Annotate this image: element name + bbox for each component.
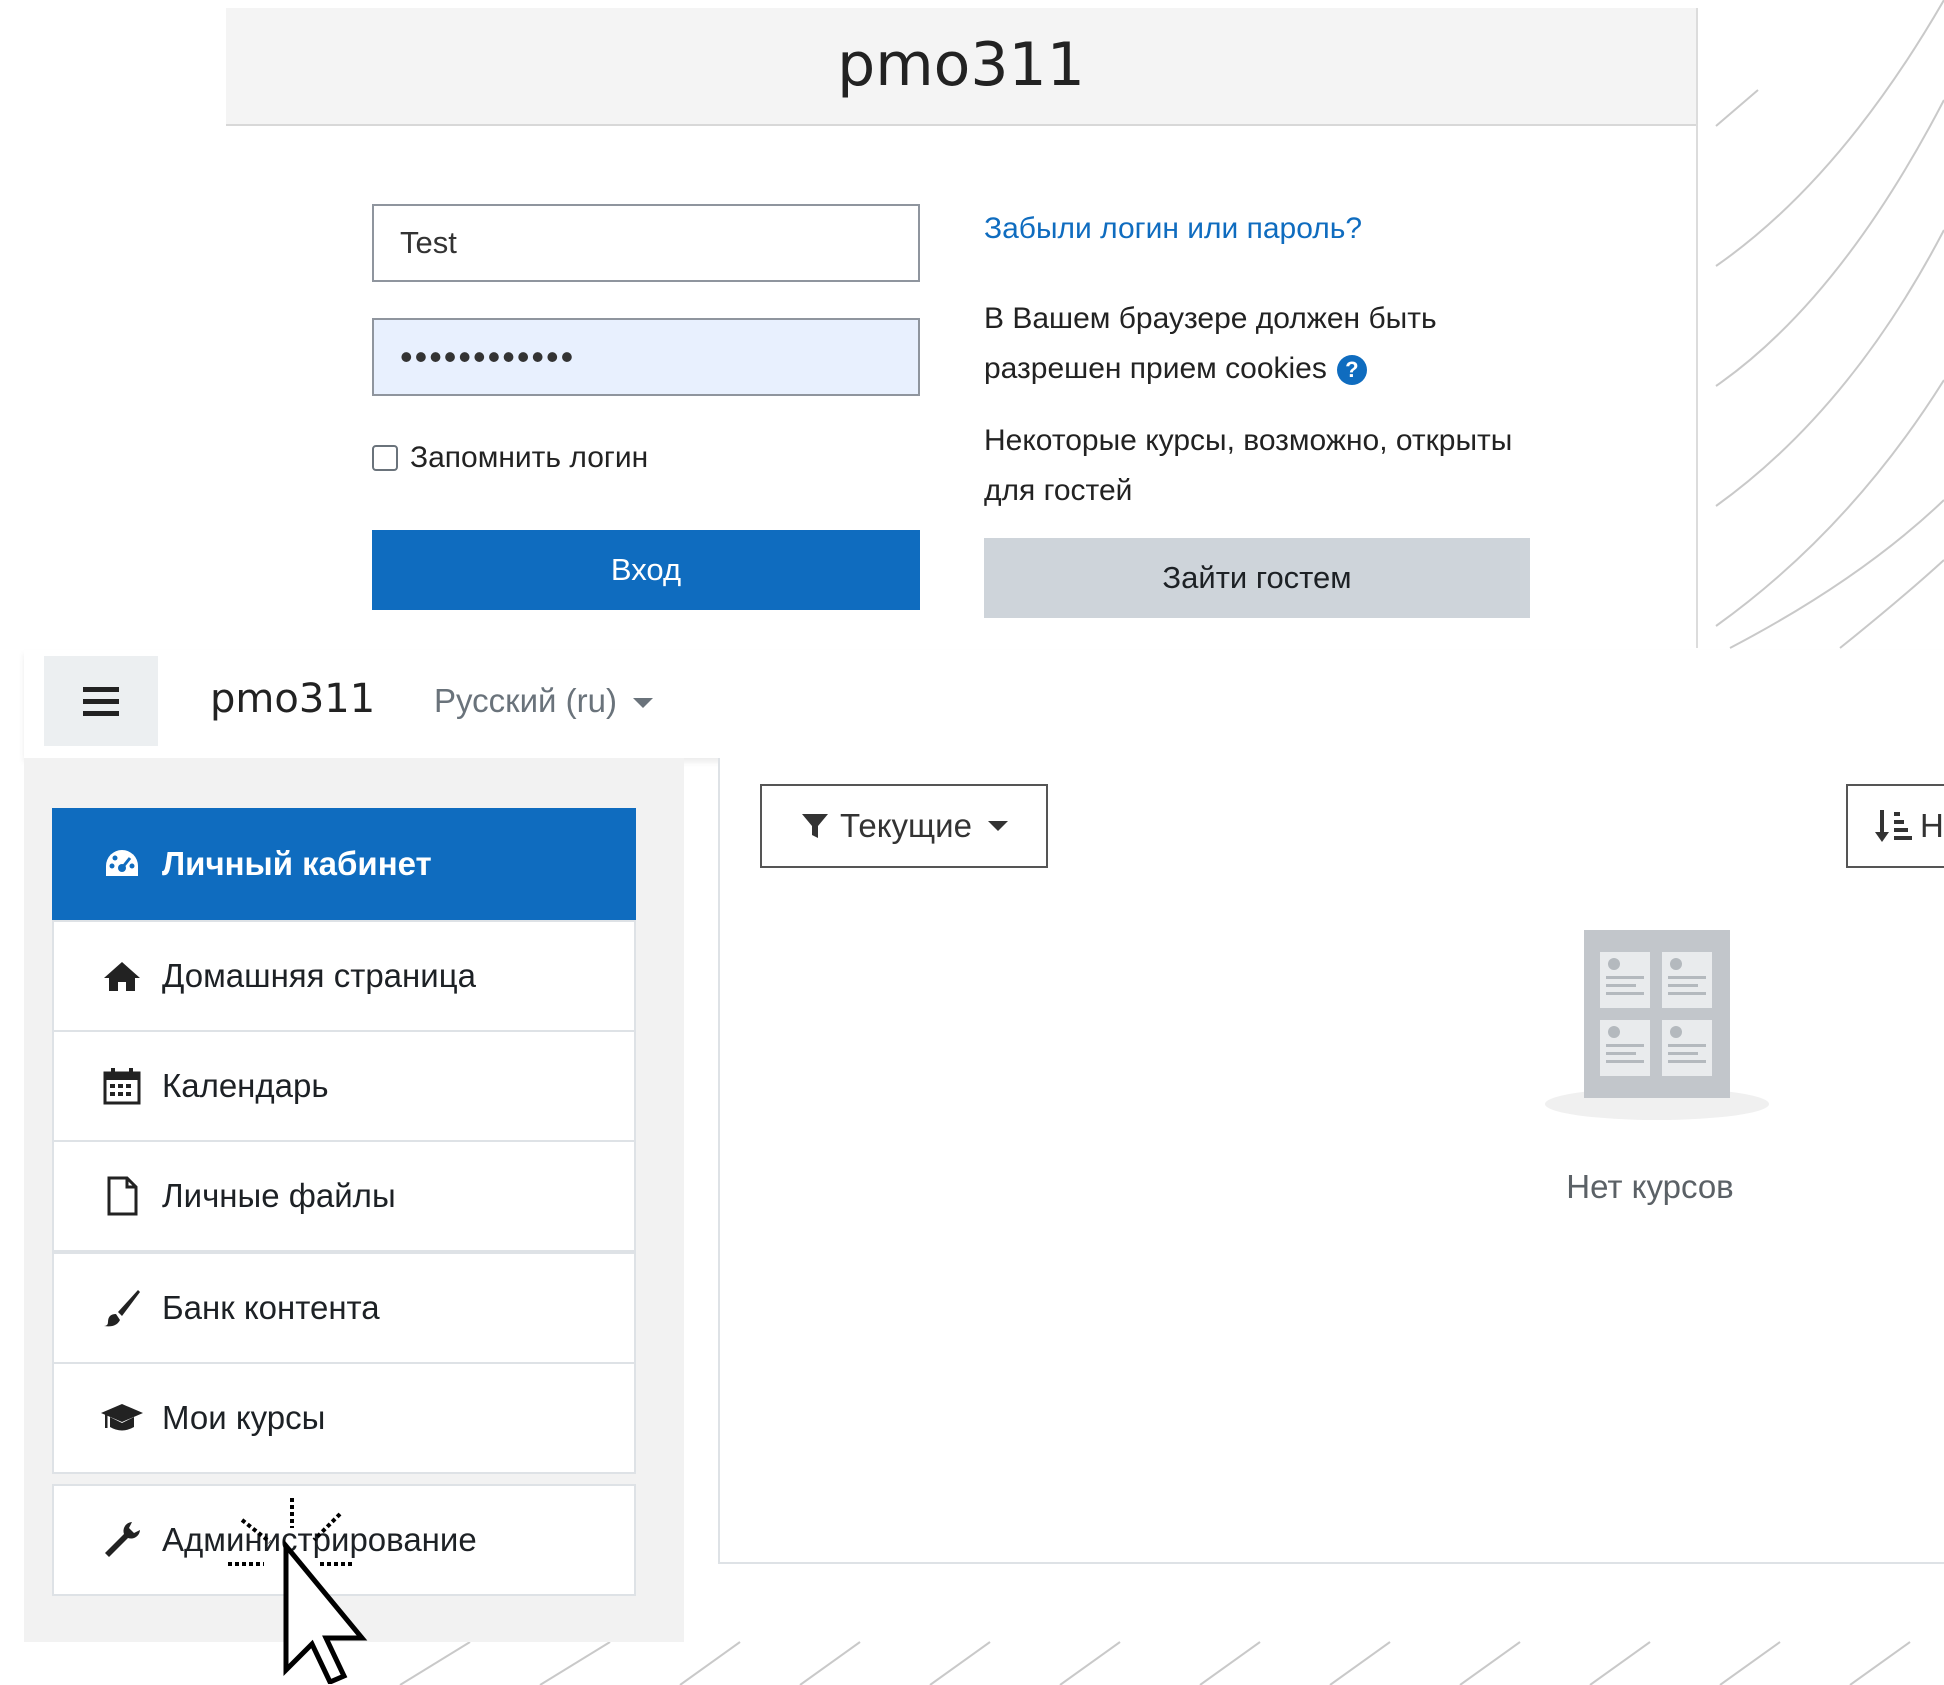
- nav-item-home[interactable]: Домашняя страница: [52, 920, 636, 1032]
- nav-item-label: Банк контента: [162, 1289, 380, 1326]
- menu-icon-line: [83, 698, 119, 704]
- nav-item-label: Мои курсы: [162, 1399, 326, 1436]
- nav-item-label: Календарь: [162, 1067, 329, 1104]
- caret-down-icon: [632, 698, 653, 709]
- forgot-password-link[interactable]: Забыли логин или пароль?: [984, 212, 1362, 246]
- username-input[interactable]: Test: [372, 204, 920, 282]
- menu-icon-line: [83, 710, 119, 716]
- nav-item-private-files[interactable]: Личные файлы: [52, 1140, 636, 1252]
- menu-icon-line: [83, 686, 119, 692]
- course-overview: Текущие Н Нет курсов: [718, 758, 1944, 1564]
- nav-item-calendar[interactable]: Календарь: [52, 1030, 636, 1142]
- mouse-cursor-icon: [228, 1498, 368, 1684]
- course-filter-dropdown[interactable]: Текущие: [760, 784, 1048, 868]
- language-label: Русский (ru): [434, 682, 617, 719]
- course-sort-dropdown[interactable]: Н: [1846, 784, 1944, 868]
- remember-label: Запомнить логин: [410, 441, 649, 474]
- nav-item-dashboard[interactable]: Личный кабинет: [52, 808, 636, 920]
- nav-item-my-courses[interactable]: Мои курсы: [52, 1362, 636, 1474]
- guests-notice: Некоторые курсы, возможно, открыты для г…: [984, 424, 1513, 507]
- language-menu[interactable]: Русский (ru): [434, 682, 653, 720]
- brush-icon: [100, 1288, 144, 1328]
- graduation-cap-icon: [100, 1398, 144, 1438]
- login-header: pmo311: [226, 8, 1696, 126]
- no-courses-illustration: [1542, 922, 1772, 1136]
- remember-username[interactable]: Запомнить логин: [372, 436, 648, 480]
- no-courses-message: Нет курсов: [1566, 1168, 1734, 1205]
- login-button[interactable]: Вход: [372, 530, 920, 610]
- password-input[interactable]: ••••••••••••: [372, 318, 920, 396]
- nav-item-label: Личный кабинет: [162, 845, 432, 882]
- cookies-text: В Вашем браузере должен быть разрешен пр…: [984, 302, 1437, 385]
- nav-item-label: Домашняя страница: [162, 957, 476, 994]
- guest-login-button[interactable]: Зайти гостем: [984, 538, 1530, 618]
- file-icon: [100, 1176, 144, 1216]
- site-title: pmo311: [837, 30, 1085, 100]
- remember-checkbox[interactable]: [372, 445, 398, 471]
- drawer-toggle-button[interactable]: [44, 656, 158, 746]
- login-card: pmo311 Test •••••••••••• Запомнить логин…: [226, 8, 1698, 648]
- wrench-icon: [100, 1520, 144, 1560]
- navbar: pmo311 Русский (ru): [24, 650, 1944, 758]
- filter-label: Текущие: [840, 807, 972, 844]
- caret-down-icon: [987, 821, 1008, 831]
- nav-item-label: Личные файлы: [162, 1177, 396, 1214]
- navbar-brand[interactable]: pmo311: [210, 676, 375, 722]
- help-icon[interactable]: ?: [1336, 355, 1367, 386]
- home-icon: [100, 956, 144, 996]
- sort-label: Н: [1920, 807, 1944, 844]
- filter-icon: [802, 814, 829, 838]
- dashboard-icon: [100, 844, 144, 884]
- calendar-icon: [100, 1066, 144, 1106]
- sort-icon: [1875, 810, 1912, 842]
- nav-item-content-bank[interactable]: Банк контента: [52, 1252, 636, 1364]
- cookies-notice: В Вашем браузере должен быть разрешен пр…: [984, 294, 1544, 394]
